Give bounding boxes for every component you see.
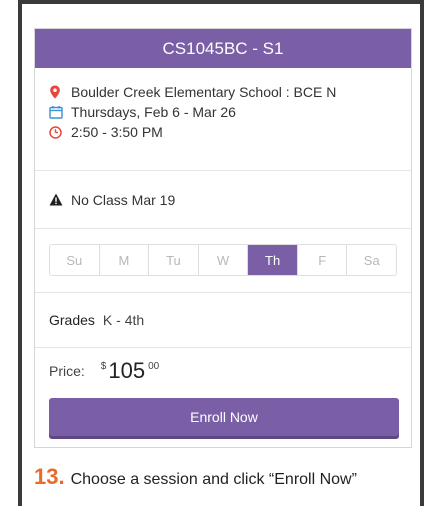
session-info: Boulder Creek Elementary School : BCE N …: [35, 68, 411, 171]
price-row: Price: $ 105 00: [35, 348, 411, 394]
price-whole: 105: [108, 358, 146, 383]
weekday-buttons: Su M Tu W Th F Sa: [49, 244, 397, 276]
clock-icon: [49, 125, 71, 139]
grades-label: Grades: [49, 312, 95, 328]
map-pin-icon: [49, 85, 71, 99]
location-row: Boulder Creek Elementary School : BCE N: [49, 82, 411, 102]
session-title: CS1045BC - S1: [35, 29, 411, 68]
weekday-selector: Su M Tu W Th F Sa: [35, 229, 411, 293]
step-number: 13.: [34, 464, 65, 489]
day-su[interactable]: Su: [50, 245, 100, 275]
day-sa[interactable]: Sa: [347, 245, 396, 275]
day-m[interactable]: M: [99, 245, 150, 275]
instruction-caption: 13. Choose a session and click “Enroll N…: [34, 464, 357, 490]
frame-top: [18, 0, 424, 4]
day-f[interactable]: F: [297, 245, 348, 275]
day-th[interactable]: Th: [248, 245, 298, 275]
location-text: Boulder Creek Elementary School : BCE N: [71, 84, 337, 100]
instruction-text: Choose a session and click “Enroll Now”: [70, 471, 357, 488]
notice-text: No Class Mar 19: [71, 191, 176, 208]
time-text: 2:50 - 3:50 PM: [71, 124, 163, 140]
enroll-now-button[interactable]: Enroll Now: [49, 398, 399, 436]
warning-icon: [49, 193, 71, 206]
dates-text: Thursdays, Feb 6 - Mar 26: [71, 104, 236, 120]
day-tu[interactable]: Tu: [149, 245, 199, 275]
frame-right: [420, 0, 424, 506]
calendar-icon: [49, 105, 71, 119]
day-w[interactable]: W: [198, 245, 249, 275]
time-row: 2:50 - 3:50 PM: [49, 122, 411, 142]
no-class-notice: No Class Mar 19: [35, 171, 411, 229]
session-card: CS1045BC - S1 Boulder Creek Elementary S…: [34, 28, 412, 448]
frame-left: [18, 0, 22, 506]
price-label: Price:: [49, 363, 85, 379]
dates-row: Thursdays, Feb 6 - Mar 26: [49, 102, 411, 122]
grades-value: K - 4th: [102, 312, 145, 328]
price-currency: $: [100, 361, 107, 372]
price-cents: 00: [148, 361, 160, 372]
grades-row: Grades K - 4th: [35, 293, 411, 348]
